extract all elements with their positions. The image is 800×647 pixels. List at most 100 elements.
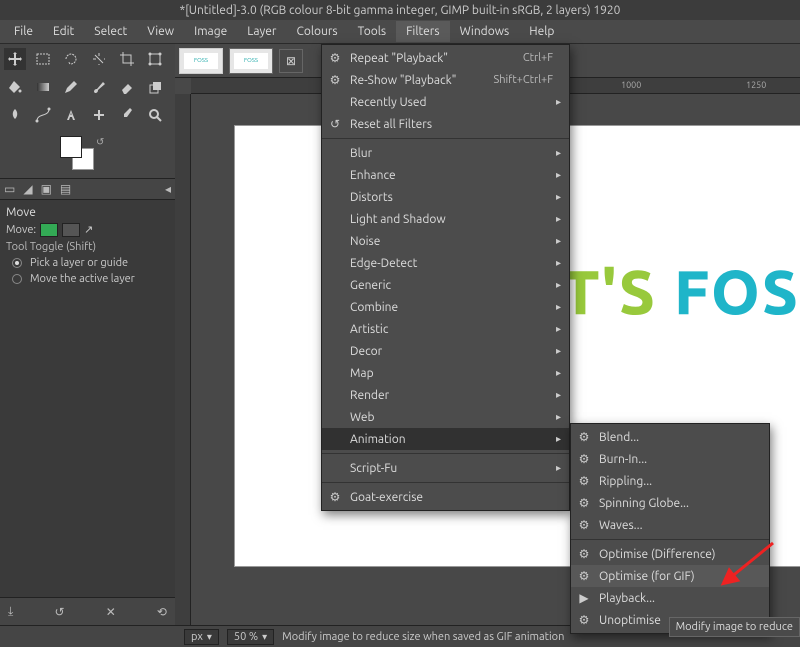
mi-generic[interactable]: Generic▸ (322, 274, 569, 296)
tab-device-icon[interactable]: ▭ (4, 182, 15, 196)
tool-rect-select[interactable] (32, 48, 54, 70)
mi-blur[interactable]: Blur▸ (322, 142, 569, 164)
mi-web[interactable]: Web▸ (322, 406, 569, 428)
mi-edge-detect[interactable]: Edge-Detect▸ (322, 252, 569, 274)
tool-options-footer: ⤓ ↺ ✕ ⟲ (0, 597, 175, 625)
mi-reset[interactable]: ↺ Reset all Filters (322, 113, 569, 135)
mi-enhance[interactable]: Enhance▸ (322, 164, 569, 186)
mi-decor[interactable]: Decor▸ (322, 340, 569, 362)
radio-move-active[interactable] (12, 274, 22, 284)
mi-spinning-globe[interactable]: ⚙Spinning Globe... (571, 492, 769, 514)
footer-delete-icon[interactable]: ✕ (106, 605, 116, 619)
move-target-path[interactable]: ↗ (84, 223, 102, 237)
gear-icon: ⚙ (577, 452, 591, 466)
mi-scriptfu[interactable]: Script-Fu▸ (322, 457, 569, 479)
tool-free-select[interactable] (60, 48, 82, 70)
tool-options-title: Move (6, 206, 169, 219)
mi-rippling[interactable]: ⚙Rippling... (571, 470, 769, 492)
footer-reset-icon[interactable]: ⟲ (157, 605, 167, 619)
tab-tool-icon[interactable]: ▤ (60, 182, 71, 196)
submenu-arrow-icon: ▸ (556, 389, 561, 401)
menubar: File Edit Select View Image Layer Colour… (0, 20, 800, 44)
tool-text[interactable] (60, 104, 82, 126)
mi-light-shadow[interactable]: Light and Shadow▸ (322, 208, 569, 230)
window-titlebar: *[Untitled]-3.0 (RGB colour 8-bit gamma … (0, 0, 800, 20)
separator (571, 539, 769, 540)
mi-playback[interactable]: ▶Playback... (571, 587, 769, 609)
image-tab-close[interactable]: ⊠ (279, 49, 303, 73)
tool-brush[interactable] (88, 76, 110, 98)
gear-icon: ⚙ (577, 474, 591, 488)
menu-file[interactable]: File (4, 21, 43, 42)
menu-help[interactable]: Help (519, 21, 564, 42)
tool-options: Move Move: ↗ Tool Toggle (Shift) Pick a … (0, 200, 175, 597)
tool-zoom[interactable] (144, 104, 166, 126)
tool-pencil[interactable] (60, 76, 82, 98)
menu-windows[interactable]: Windows (450, 21, 520, 42)
image-tab-1[interactable]: FOSS (179, 48, 223, 74)
mi-animation[interactable]: Animation▸ (322, 428, 569, 450)
tool-heal[interactable] (88, 104, 110, 126)
submenu-arrow-icon: ▸ (556, 213, 561, 225)
menu-select[interactable]: Select (84, 21, 137, 42)
tool-fuzzy-select[interactable] (88, 48, 110, 70)
submenu-arrow-icon: ▸ (556, 169, 561, 181)
mi-recent[interactable]: Recently Used ▸ (322, 91, 569, 113)
footer-restore-icon[interactable]: ↺ (54, 605, 64, 619)
submenu-arrow-icon: ▸ (556, 235, 561, 247)
footer-save-icon[interactable]: ⤓ (8, 605, 13, 619)
fg-color-swatch[interactable] (60, 136, 82, 158)
mi-reshow[interactable]: ⚙ Re-Show "Playback" Shift+Ctrl+F (322, 69, 569, 91)
mi-goat[interactable]: ⚙Goat-exercise (322, 486, 569, 508)
tool-gradient[interactable] (32, 76, 54, 98)
tool-path[interactable] (32, 104, 54, 126)
mi-noise[interactable]: Noise▸ (322, 230, 569, 252)
mi-waves[interactable]: ⚙Waves... (571, 514, 769, 536)
mi-burnin[interactable]: ⚙Burn-In... (571, 448, 769, 470)
radio-pick-layer[interactable] (12, 258, 22, 268)
gear-icon: ⚙ (328, 51, 342, 65)
tool-crop[interactable] (116, 48, 138, 70)
menu-edit[interactable]: Edit (43, 21, 84, 42)
menu-image[interactable]: Image (184, 21, 237, 42)
tab-menu-icon[interactable]: ◂ (165, 182, 171, 196)
color-swatches[interactable]: ↺ (0, 130, 175, 178)
menu-filters[interactable]: Filters (396, 21, 449, 42)
ruler-mark: 1000 (621, 80, 641, 90)
move-target-selection[interactable] (62, 223, 80, 237)
tool-move[interactable] (4, 48, 26, 70)
submenu-arrow-icon: ▸ (556, 367, 561, 379)
submenu-arrow-icon: ▸ (556, 301, 561, 313)
menu-layer[interactable]: Layer (237, 21, 286, 42)
mi-artistic[interactable]: Artistic▸ (322, 318, 569, 340)
mi-optimise-diff[interactable]: ⚙Optimise (Difference) (571, 543, 769, 565)
tab-brush-icon[interactable]: ◢ (23, 182, 32, 196)
tool-clone[interactable] (144, 76, 166, 98)
menu-tools[interactable]: Tools (348, 21, 397, 42)
submenu-arrow-icon: ▸ (556, 345, 561, 357)
tool-transform[interactable] (144, 48, 166, 70)
mi-distorts[interactable]: Distorts▸ (322, 186, 569, 208)
zoom-selector[interactable]: 50 %▾ (227, 629, 274, 645)
gear-icon: ⚙ (577, 518, 591, 532)
submenu-arrow-icon: ▸ (556, 96, 561, 108)
mi-combine[interactable]: Combine▸ (322, 296, 569, 318)
mi-map[interactable]: Map▸ (322, 362, 569, 384)
tooltip: Modify image to reduce (669, 617, 800, 637)
tool-picker[interactable] (116, 104, 138, 126)
menu-view[interactable]: View (137, 21, 184, 42)
move-target-layer[interactable] (40, 223, 58, 237)
tab-image-icon[interactable]: ▣ (41, 182, 52, 196)
swap-colors-icon[interactable]: ↺ (96, 136, 104, 148)
reset-icon: ↺ (328, 117, 342, 131)
unit-selector[interactable]: px▾ (184, 629, 219, 645)
menu-colours[interactable]: Colours (286, 21, 347, 42)
image-tab-2[interactable]: FOSS (229, 48, 273, 74)
mi-repeat[interactable]: ⚙ Repeat "Playback" Ctrl+F (322, 47, 569, 69)
tool-smudge[interactable] (4, 104, 26, 126)
mi-optimise-gif[interactable]: ⚙Optimise (for GIF) (571, 565, 769, 587)
mi-render[interactable]: Render▸ (322, 384, 569, 406)
mi-blend[interactable]: ⚙Blend... (571, 426, 769, 448)
tool-eraser[interactable] (116, 76, 138, 98)
tool-bucket[interactable] (4, 76, 26, 98)
